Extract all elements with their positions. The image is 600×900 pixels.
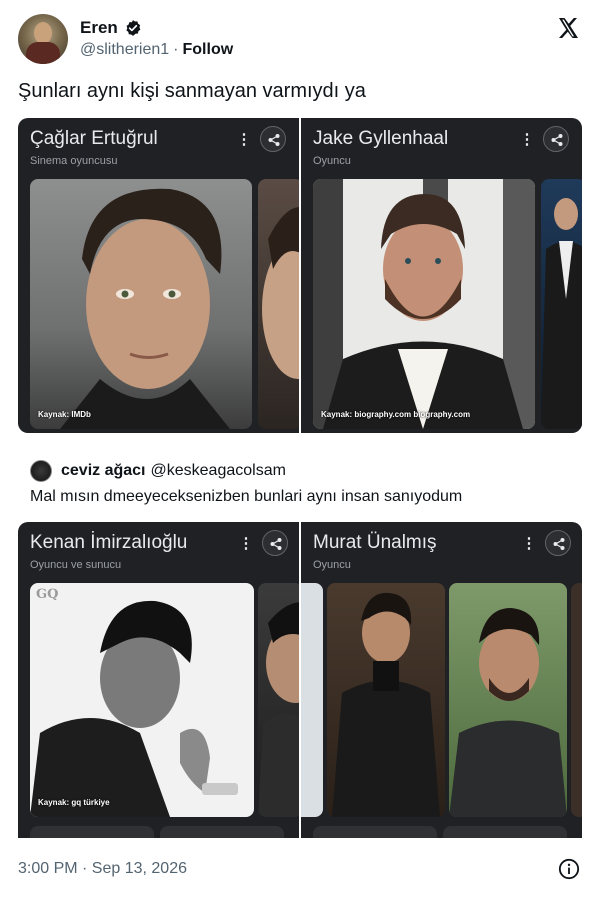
portrait-illustration	[30, 600, 238, 817]
card-photo-main[interactable]	[327, 583, 445, 817]
more-vert-icon[interactable]: ⋮	[238, 536, 254, 552]
card-title: Kenan İmirzalıoğlu	[30, 532, 188, 553]
handle-separator: ·	[173, 41, 179, 58]
quote-author-name[interactable]: ceviz ağacı	[61, 462, 146, 480]
card-title: Murat Ünalmış	[313, 532, 437, 553]
tweet-text: Şunları aynı kişi sanmayan varmıydı ya	[18, 80, 366, 102]
card-bottom-chip[interactable]	[313, 826, 437, 838]
share-icon[interactable]	[262, 530, 288, 556]
card-subtitle: Oyuncu	[313, 559, 351, 571]
more-vert-icon[interactable]: ⋮	[519, 132, 535, 148]
info-icon[interactable]	[558, 858, 580, 880]
card-photo-main[interactable]: Kaynak: IMDb	[30, 179, 252, 429]
card-title: Jake Gyllenhaal	[313, 128, 449, 149]
quote-author-handle[interactable]: @keskeagacolsam	[151, 462, 286, 480]
card-photo-secondary[interactable]	[541, 179, 582, 429]
card-photo-secondary[interactable]	[258, 179, 299, 429]
author-display-name[interactable]: Eren	[80, 18, 118, 38]
author-avatar[interactable]	[18, 14, 68, 64]
knowledge-card-caglar[interactable]: Çağlar Ertuğrul Sinema oyuncusu ⋮ Kaynak…	[18, 118, 299, 433]
card-bottom-chip[interactable]	[30, 826, 154, 838]
quote-author-line: ceviz ağacı @keskeagacolsam	[61, 462, 286, 480]
card-photo-secondary[interactable]	[449, 583, 567, 817]
quote-text: Mal mısın dmeeyeceksenizben bunlari aynı…	[30, 488, 463, 505]
portrait-illustration	[332, 592, 440, 817]
card-photo-main[interactable]: Kaynak: biography.com biography.com	[313, 179, 535, 429]
card-subtitle: Sinema oyuncusu	[30, 155, 118, 167]
gq-watermark: GQ	[36, 587, 59, 602]
image-source-label: Kaynak: biography.com biography.com	[321, 410, 471, 419]
share-icon[interactable]	[545, 530, 571, 556]
more-vert-icon[interactable]: ⋮	[521, 536, 537, 552]
card-photo-secondary[interactable]	[258, 583, 299, 817]
share-icon[interactable]	[543, 126, 569, 152]
card-title: Çağlar Ertuğrul	[30, 128, 158, 149]
author-name-line: Eren	[80, 18, 142, 38]
author-handle[interactable]: @slitherien1	[80, 41, 169, 59]
author-handle-line: @slitherien1 · Follow	[80, 41, 233, 59]
card-bottom-chip[interactable]	[443, 826, 567, 838]
image-source-label: Kaynak: gq türkiye	[38, 798, 110, 807]
verified-badge-icon	[126, 20, 141, 36]
quote-author-avatar[interactable]	[30, 460, 52, 482]
card-subtitle: Oyuncu ve sunucu	[30, 559, 122, 571]
tweet-header: Eren @slitherien1 · Follow	[16, 12, 584, 68]
more-vert-icon[interactable]: ⋮	[236, 132, 252, 148]
knowledge-card-kenan[interactable]: Kenan İmirzalıoğlu Oyuncu ve sunucu ⋮ GQ…	[18, 522, 299, 838]
portrait-illustration	[60, 188, 230, 429]
knowledge-card-jake[interactable]: Jake Gyllenhaal Oyuncu ⋮ Kaynak: biograp…	[301, 118, 582, 433]
portrait-illustration	[449, 608, 567, 817]
portrait-illustration	[313, 179, 535, 429]
follow-button[interactable]: Follow	[183, 41, 234, 59]
knowledge-card-murat[interactable]: Murat Ünalmış Oyuncu ⋮	[301, 522, 582, 838]
card-bottom-chip[interactable]	[160, 826, 284, 838]
card-subtitle: Oyuncu	[313, 155, 351, 167]
card-photo-left-edge[interactable]	[301, 583, 323, 817]
card-photo-main[interactable]: GQ Kaynak: gq türkiye	[30, 583, 254, 817]
card-photo-right-edge[interactable]	[571, 583, 582, 817]
tweet-timestamp[interactable]: 3:00 PM · Sep 13, 2026	[18, 860, 187, 878]
share-icon[interactable]	[260, 126, 286, 152]
image-source-label: Kaynak: IMDb	[38, 410, 91, 419]
x-logo-icon[interactable]	[556, 16, 580, 40]
